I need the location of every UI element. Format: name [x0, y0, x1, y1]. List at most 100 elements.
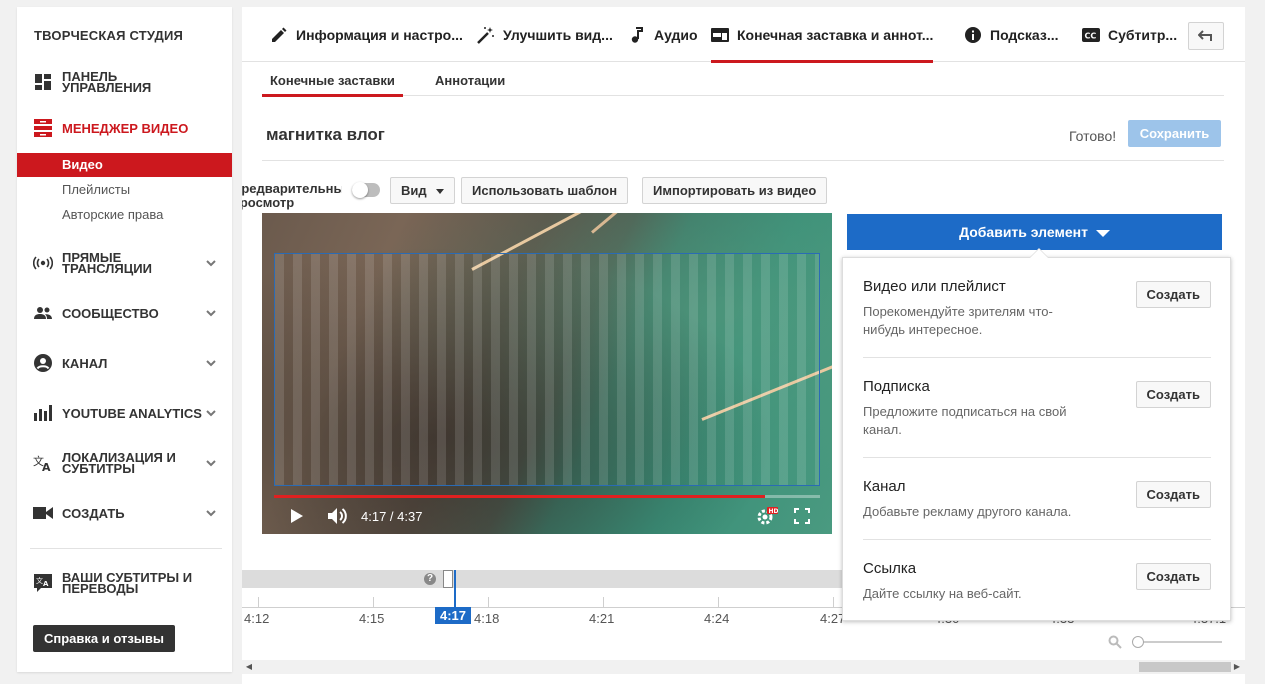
nav-video-manager[interactable]: МЕНЕДЖЕР ВИДЕО — [17, 108, 232, 148]
sub-item-copyright[interactable]: Авторские права — [17, 203, 232, 227]
pencil-icon — [270, 26, 288, 44]
horizontal-scrollbar-thumb[interactable] — [1139, 662, 1231, 672]
nav-community[interactable]: СООБЩЕСТВО — [17, 293, 232, 333]
menu-item-channel: Канал Добавьте рекламу другого канала. С… — [863, 478, 1211, 521]
timeline-tick — [603, 597, 604, 607]
timeline-tick-label: 4:15 — [359, 611, 385, 626]
nav-live[interactable]: ПРЯМЫЕ ТРАНСЛЯЦИИ — [17, 243, 232, 283]
nav-your-subtitles[interactable]: 文A ВАШИ СУБТИТРЫ И ПЕРЕВОДЫ — [17, 563, 232, 603]
create-channel-button[interactable]: Создать — [1135, 481, 1211, 508]
timeline-track[interactable] — [242, 570, 842, 588]
svg-text:A: A — [43, 580, 49, 588]
subtabs: Конечные заставки Аннотации — [262, 62, 1224, 97]
add-element-button[interactable]: Добавить элемент — [847, 214, 1222, 250]
sidebar: ТВОРЧЕСКАЯ СТУДИЯ ПАНЕЛЬ УПРАВЛЕНИЯ МЕНЕ… — [17, 7, 232, 672]
tab-subtitles[interactable]: CC Субтитр... — [1082, 7, 1177, 62]
svg-text:CC: CC — [1085, 31, 1097, 40]
back-button[interactable] — [1188, 22, 1224, 50]
create-subscribe-button[interactable]: Создать — [1135, 381, 1211, 408]
help-icon[interactable]: ? — [424, 573, 436, 585]
subtab-annotations[interactable]: Аннотации — [427, 62, 513, 96]
magic-wand-icon — [477, 26, 495, 44]
scroll-left-arrow-icon[interactable]: ◀ — [244, 661, 254, 673]
timeline-tick-label: 4:21 — [589, 611, 615, 626]
menu-item-link: Ссылка Дайте ссылку на веб-сайт. Создать — [863, 560, 1211, 603]
sidebar-divider — [30, 548, 222, 549]
dashboard-icon — [33, 72, 53, 92]
nav-dashboard[interactable]: ПАНЕЛЬ УПРАВЛЕНИЯ — [17, 62, 232, 102]
subtab-end-screens[interactable]: Конечные заставки — [262, 62, 403, 97]
hd-badge: HD — [769, 508, 779, 515]
view-dropdown[interactable]: Вид — [390, 177, 456, 204]
tab-enhancements[interactable]: Улучшить вид... — [477, 7, 613, 62]
sub-item-video[interactable]: Видео — [17, 153, 232, 177]
use-template-button[interactable]: Использовать шаблон — [461, 177, 629, 204]
menu-item-desc: Предложите подписаться на свой канал. — [863, 404, 1067, 437]
translate-icon: 文A — [33, 453, 53, 473]
nav-analytics[interactable]: YOUTUBE ANALYTICS — [17, 393, 232, 433]
tab-audio[interactable]: Аудио — [628, 7, 698, 62]
create-link-button[interactable]: Создать — [1135, 563, 1211, 590]
nav-localization[interactable]: 文A ЛОКАЛИЗАЦИЯ И СУБТИТРЫ — [17, 443, 232, 483]
preview-toggle[interactable] — [352, 182, 380, 198]
view-label: Вид — [401, 183, 427, 198]
music-note-icon — [628, 26, 646, 44]
tab-label: Улучшить вид... — [503, 26, 613, 43]
chevron-down-icon — [206, 360, 216, 367]
zoom-slider-track[interactable] — [1134, 641, 1222, 643]
tab-end-screen-annotations[interactable]: Конечная заставка и аннот... — [711, 7, 934, 63]
nav-label: ЛОКАЛИЗАЦИЯ И СУБТИТРЫ — [62, 450, 176, 476]
info-icon — [964, 26, 982, 44]
video-camera-icon — [33, 503, 53, 523]
tab-info-settings[interactable]: Информация и настро... — [270, 7, 463, 62]
tab-label: Информация и настро... — [296, 26, 463, 43]
nav-label: КАНАЛ — [62, 355, 108, 371]
chevron-down-icon — [206, 310, 216, 317]
return-arrow-icon — [1198, 30, 1212, 41]
timeline-tick — [833, 597, 834, 607]
nav-channel[interactable]: КАНАЛ — [17, 343, 232, 383]
volume-button[interactable] — [326, 505, 348, 527]
video-manager-icon — [33, 118, 53, 138]
play-button[interactable] — [286, 505, 308, 527]
import-from-video-button[interactable]: Импортировать из видео — [642, 177, 828, 204]
time-display: 4:17 / 4:37 — [361, 509, 423, 524]
cc-icon: CC — [1082, 26, 1100, 44]
fullscreen-icon — [794, 508, 810, 524]
video-title: магнитка влог — [266, 125, 385, 144]
timeline-tick — [258, 597, 259, 607]
video-progress-fill — [274, 495, 766, 498]
zoom-slider-knob[interactable] — [1132, 636, 1144, 648]
timeline-tick — [373, 597, 374, 607]
scroll-right-arrow-icon[interactable]: ▶ — [1232, 661, 1242, 673]
horizontal-scrollbar[interactable] — [242, 660, 1245, 674]
end-screen-icon — [711, 26, 729, 44]
nav-label: ПРЯМЫЕ ТРАНСЛЯЦИИ — [62, 250, 152, 276]
live-icon — [33, 253, 53, 273]
sub-item-playlists[interactable]: Плейлисты — [17, 178, 232, 202]
help-feedback-button[interactable]: Справка и отзывы — [33, 625, 175, 652]
preview-label: Предварительный просмотр — [242, 182, 342, 210]
svg-text:文: 文 — [36, 576, 43, 585]
chevron-down-icon — [206, 260, 216, 267]
playhead-time: 4:17 — [435, 607, 472, 624]
tab-cards[interactable]: Подсказ... — [964, 7, 1059, 62]
save-button[interactable]: Сохранить — [1128, 120, 1221, 147]
timeline-tick-label: 4:18 — [474, 611, 500, 626]
video-player[interactable]: 4:17 / 4:37 HD — [262, 213, 832, 534]
nav-create[interactable]: СОЗДАТЬ — [17, 493, 232, 533]
video-progress-bar[interactable] — [274, 495, 820, 498]
fullscreen-button[interactable] — [791, 505, 813, 527]
timeline-handle[interactable] — [443, 570, 453, 588]
settings-button[interactable]: HD — [756, 505, 778, 527]
tab-label: Конечная заставка и аннот... — [737, 26, 934, 43]
menu-item-desc: Дайте ссылку на веб-сайт. — [863, 586, 1022, 601]
menu-divider — [863, 457, 1211, 458]
volume-icon — [328, 508, 347, 524]
timeline-tick — [718, 597, 719, 607]
chevron-down-icon — [206, 510, 216, 517]
create-video-playlist-button[interactable]: Создать — [1135, 281, 1211, 308]
editor-tabs: Информация и настро... Улучшить вид... А… — [242, 7, 1245, 63]
timeline-tick-label: 4:24 — [704, 611, 730, 626]
nav-label: ПАНЕЛЬ УПРАВЛЕНИЯ — [62, 69, 152, 95]
